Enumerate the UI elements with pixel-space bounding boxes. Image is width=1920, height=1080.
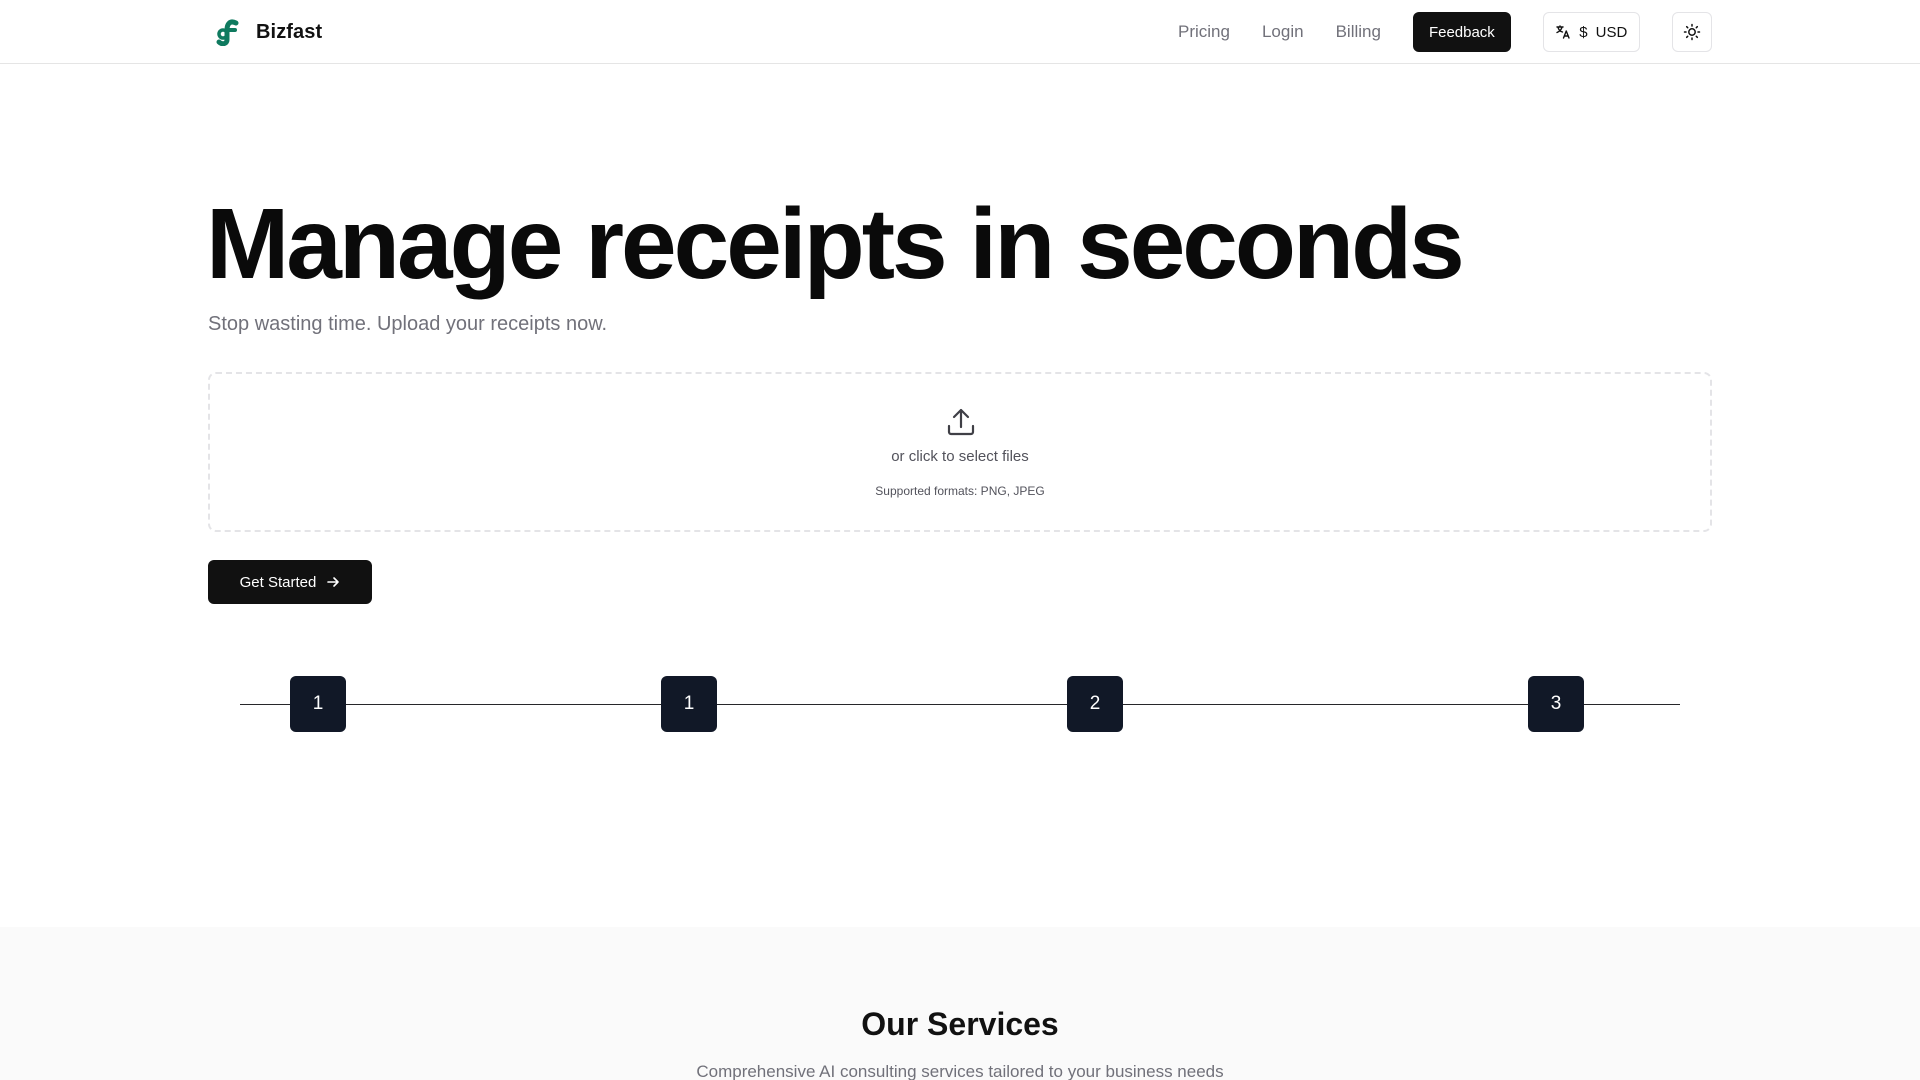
step-marker[interactable]: 2 (1067, 676, 1123, 732)
nav-link-billing[interactable]: Billing (1336, 22, 1381, 42)
nav-link-pricing[interactable]: Pricing (1178, 22, 1230, 42)
services-title: Our Services (861, 1006, 1059, 1042)
hero-subtitle: Stop wasting time. Upload your receipts … (208, 313, 608, 335)
services-subtitle: Comprehensive AI consulting services tai… (696, 1062, 1224, 1080)
get-started-label: Get Started (239, 573, 317, 591)
step-marker[interactable]: 1 (290, 676, 346, 732)
currency-code: USD (1595, 23, 1628, 41)
theme-toggle-button[interactable] (1671, 12, 1712, 52)
brand[interactable]: Bizfast (216, 18, 322, 46)
dropzone-text: or click to select files (891, 448, 1029, 465)
services-section: Our Services Comprehensive AI consulting… (0, 927, 1920, 1080)
top-navbar: Bizfast Pricing Login Billing Feedback $… (0, 0, 1920, 64)
step-marker[interactable]: 3 (1528, 676, 1584, 732)
bizfast-logo-icon (216, 19, 239, 46)
hero-title: Manage receipts in seconds (206, 188, 1465, 300)
sun-icon (1683, 23, 1701, 41)
dropzone-formats: Supported formats: PNG, JPEG (875, 484, 1045, 498)
translate-icon (1556, 25, 1570, 39)
upload-icon (947, 408, 975, 436)
feedback-button[interactable]: Feedback (1412, 12, 1511, 52)
arrow-right-icon (327, 577, 340, 587)
currency-symbol: $ (1579, 23, 1588, 41)
nav-link-login[interactable]: Login (1262, 22, 1304, 42)
main-nav: Pricing Login Billing Feedback $ USD (1178, 12, 1712, 52)
get-started-button[interactable]: Get Started (208, 560, 372, 604)
steps-connector-line (240, 704, 1680, 705)
currency-language-button[interactable]: $ USD (1542, 12, 1640, 52)
brand-name: Bizfast (256, 20, 323, 43)
step-marker[interactable]: 1 (661, 676, 717, 732)
file-dropzone[interactable]: or click to select files Supported forma… (208, 372, 1712, 532)
